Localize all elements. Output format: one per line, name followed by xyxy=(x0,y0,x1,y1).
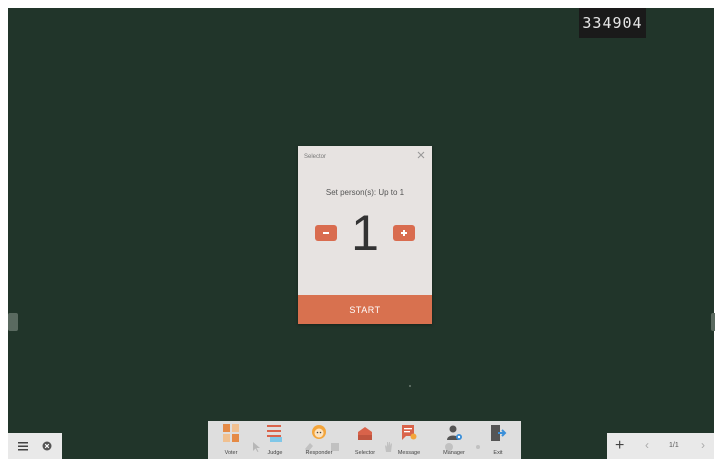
toolbar-selector[interactable]: Selector xyxy=(345,423,385,459)
manager-icon xyxy=(444,423,464,443)
toolbar-label: Selector xyxy=(354,450,376,456)
decrease-button[interactable] xyxy=(315,225,337,241)
toolbar-label: Responder xyxy=(305,450,333,456)
left-drawer-handle[interactable] xyxy=(8,313,18,331)
menu-icon[interactable] xyxy=(16,439,30,453)
toolbar-label: Judge xyxy=(267,450,283,456)
responder-icon xyxy=(309,423,329,443)
toolbar-label: Message xyxy=(397,450,421,456)
plus-icon xyxy=(401,230,407,236)
minus-icon xyxy=(323,232,329,234)
person-count-value: 1 xyxy=(351,205,379,261)
close-circle-icon[interactable] xyxy=(40,439,54,453)
toolbar-judge[interactable]: Judge xyxy=(255,423,295,459)
canvas-dot xyxy=(409,385,411,387)
toolbar-manager[interactable]: Manager xyxy=(434,423,474,459)
session-code-badge: 334904 xyxy=(579,8,646,38)
toolbar-message[interactable]: Message xyxy=(389,423,429,459)
voter-icon xyxy=(221,423,241,443)
toolbar-voter[interactable]: Voter xyxy=(211,423,251,459)
chevron-left-icon[interactable]: ‹ xyxy=(645,438,649,452)
judge-icon xyxy=(265,423,285,443)
exit-icon xyxy=(488,423,508,443)
close-icon[interactable] xyxy=(416,150,426,160)
classroom-toolbar: Voter Judge Responder Selector Message M… xyxy=(208,421,521,459)
left-toolbar xyxy=(8,433,62,459)
start-button[interactable]: START xyxy=(298,295,432,324)
right-drawer-handle[interactable] xyxy=(711,313,715,331)
increase-button[interactable] xyxy=(393,225,415,241)
person-count-stepper: 1 xyxy=(298,205,432,261)
selector-icon xyxy=(355,423,375,443)
toolbar-exit[interactable]: Exit xyxy=(478,423,518,459)
selector-dialog: Selector Set person(s): Up to 1 1 START xyxy=(298,146,432,324)
toolbar-label: Voter xyxy=(224,450,238,456)
dialog-title: Selector xyxy=(304,154,327,160)
chevron-right-icon[interactable]: › xyxy=(701,438,705,452)
toolbar-label: Manager xyxy=(443,450,465,456)
person-limit-prompt: Set person(s): Up to 1 xyxy=(325,188,405,197)
message-icon xyxy=(399,423,419,443)
toolbar-label: Exit xyxy=(493,450,503,456)
page-indicator: 1/1 xyxy=(669,442,679,449)
toolbar-responder[interactable]: Responder xyxy=(299,423,339,459)
add-page-icon[interactable]: + xyxy=(615,437,624,455)
page-controls: + ‹ 1/1 › xyxy=(607,433,714,459)
